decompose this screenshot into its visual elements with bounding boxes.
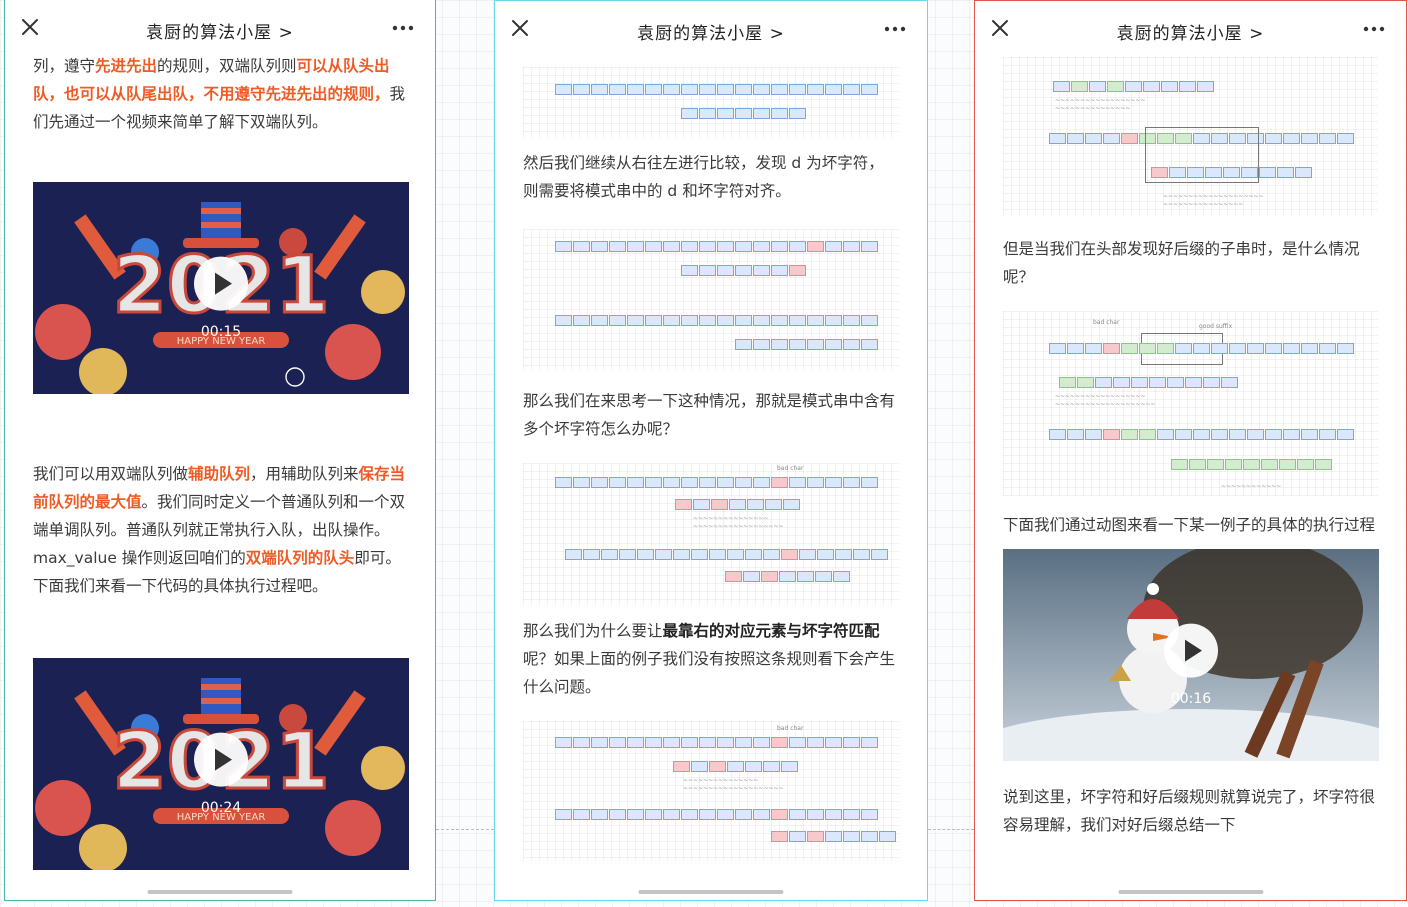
text-span: 我们可以用双端队列做 <box>33 465 189 483</box>
algorithm-diagram: ~~~~~~~~~~~~~~~~~~ ~~~~~~~~~~~~~~~ ~~~~~… <box>1003 57 1378 217</box>
article-paragraph: 说到这里，坏字符和好后缀规则就算说完了，坏字符很容易理解，我们对好后缀总结一下 <box>1003 788 1376 834</box>
article-paragraph: 但是当我们在头部发现好后缀的子串时，是什么情况呢？ <box>1003 240 1360 286</box>
text-span: 的规则，双端队列则 <box>157 57 297 75</box>
more-options-icon[interactable] <box>391 18 415 38</box>
home-indicator <box>147 890 293 894</box>
article-paragraph: 我们可以用双端队列做辅助队列，用辅助队列来保存当前队列的最大值。我们同时定义一个… <box>33 460 407 600</box>
algorithm-diagram: bad char ~~~~~~~~~~~~~~~ ~~~~~~~~~~~~~~~… <box>523 463 899 605</box>
account-title[interactable]: 袁厨的算法小屋 > <box>975 19 1406 44</box>
account-title[interactable]: 袁厨的算法小屋 > <box>5 18 435 43</box>
home-indicator <box>1118 890 1263 894</box>
more-options-icon[interactable] <box>1362 19 1386 39</box>
play-button[interactable] <box>1164 623 1218 678</box>
video-duration: 00:16 <box>1170 691 1212 707</box>
play-button[interactable] <box>194 256 248 311</box>
home-indicator <box>638 890 784 894</box>
article-paragraph: 然后我们继续从右往左进行比较，发现 d 为坏字符，则需要将模式串中的 d 和坏字… <box>523 154 884 200</box>
phone-frame-3: 袁厨的算法小屋 > ~~~~~~~~~~~~~~~~~~ ~~~~~~~~~~~… <box>974 0 1407 901</box>
dashed-connector <box>928 829 974 830</box>
highlighted-text: 双端队列的队头 <box>245 549 355 567</box>
article-paragraph: 那么我们在来思考一下这种情况，那就是模式串中含有多个坏字符怎么办呢？ <box>523 392 896 438</box>
algorithm-diagram: bad char ~~~~~~~~~~~~~~~ ~~~~~~~~~~~~~~~… <box>523 721 899 861</box>
account-title[interactable]: 袁厨的算法小屋 > <box>495 19 927 44</box>
play-button[interactable] <box>194 732 248 787</box>
highlighted-text: 最靠右的对应元素与坏字符匹配 <box>662 622 880 640</box>
text-span: ，用辅助队列来 <box>250 465 359 483</box>
video-player[interactable]: 00:16 <box>1003 549 1379 761</box>
text-span: 那么我们为什么要让 <box>523 622 663 640</box>
algorithm-diagram: bad char good suffix ~~~~~~~~~~~~~~~~~~ … <box>1003 311 1378 497</box>
article-paragraph: 下面我们通过动图来看一下某一例子的具体的执行过程 <box>1003 516 1376 534</box>
more-options-icon[interactable] <box>883 19 907 39</box>
phone-frame-2: 袁厨的算法小屋 > 然后我们继续从右往左进行比较，发现 d 为坏字符，则需要将模… <box>494 0 928 901</box>
article-header: 袁厨的算法小屋 > <box>975 1 1406 59</box>
algorithm-diagram <box>523 229 899 371</box>
algorithm-diagram <box>523 67 899 139</box>
article-paragraph: 列，遵守先进先出的规则，双端队列则可以从队头出队，也可以从队尾出队，不用遵守先进… <box>33 52 407 136</box>
article-header: 袁厨的算法小屋 > <box>5 0 435 58</box>
video-duration: 00:24 <box>200 800 242 816</box>
text-span: 列，遵守 <box>33 57 96 75</box>
text-span: 呢？如果上面的例子我们没有按照这条规则看下会产生什么问题。 <box>523 650 896 696</box>
phone-frame-1: 袁厨的算法小屋 > 列，遵守先进先出的规则，双端队列则可以从队头出队，也可以从队… <box>4 0 436 901</box>
dashed-connector <box>436 829 494 830</box>
highlighted-text: 先进先出 <box>95 57 158 75</box>
highlighted-text: 辅助队列 <box>188 465 251 483</box>
article-paragraph: 那么我们为什么要让最靠右的对应元素与坏字符匹配呢？如果上面的例子我们没有按照这条… <box>523 617 899 701</box>
video-player[interactable]: 2021 HAPPY NEW YEAR 00:15 <box>33 182 409 394</box>
article-header: 袁厨的算法小屋 > <box>495 1 927 59</box>
video-player[interactable]: 2021 HAPPY NEW YEAR 00:24 <box>33 658 409 870</box>
video-duration: 00:15 <box>200 324 242 340</box>
